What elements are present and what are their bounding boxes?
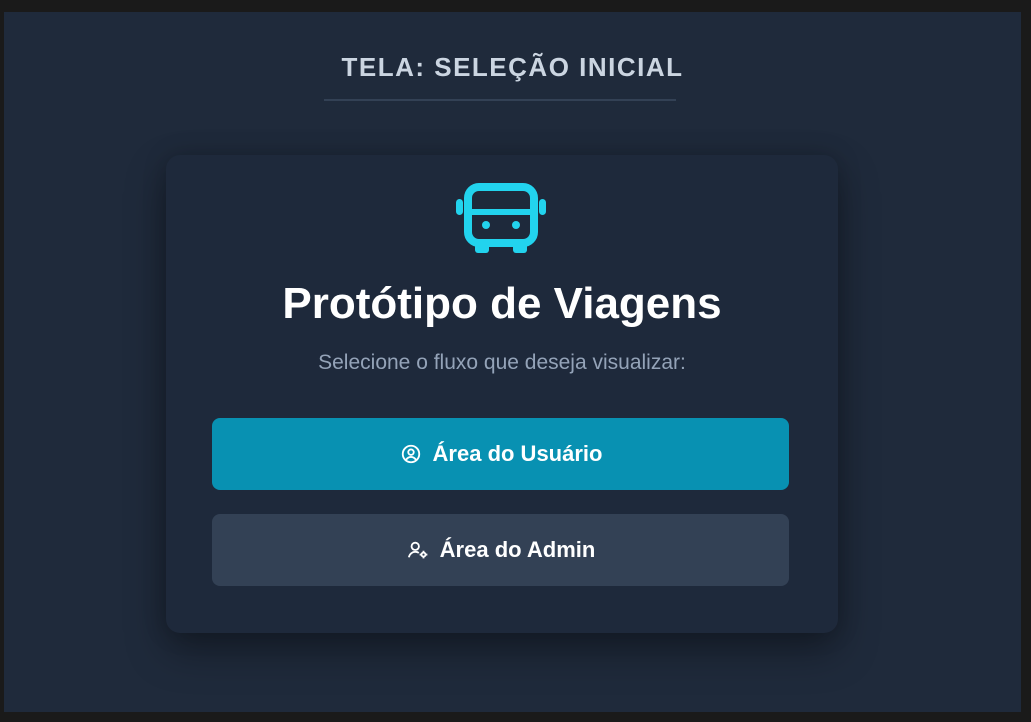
app-title: Protótipo de Viagens: [282, 279, 722, 328]
user-area-label: Área do Usuário: [432, 441, 603, 466]
screen-title: TELA: SELEÇÃO INICIAL: [341, 52, 684, 82]
admin-area-button[interactable]: Área do Admin: [212, 514, 789, 586]
user-circle-icon: [399, 442, 423, 466]
admin-area-label: Área do Admin: [439, 537, 596, 562]
user-area-button[interactable]: Área do Usuário: [212, 418, 789, 490]
title-divider: [324, 99, 676, 101]
bus-icon: [456, 183, 546, 253]
user-cog-icon: [406, 538, 430, 562]
app-subtitle: Selecione o fluxo que deseja visualizar:: [318, 351, 686, 374]
app-frame: TELA: SELEÇÃO INICIAL Protótipo de Viage…: [4, 12, 1021, 712]
selection-card: Protótipo de Viagens Selecione o fluxo q…: [166, 155, 838, 633]
